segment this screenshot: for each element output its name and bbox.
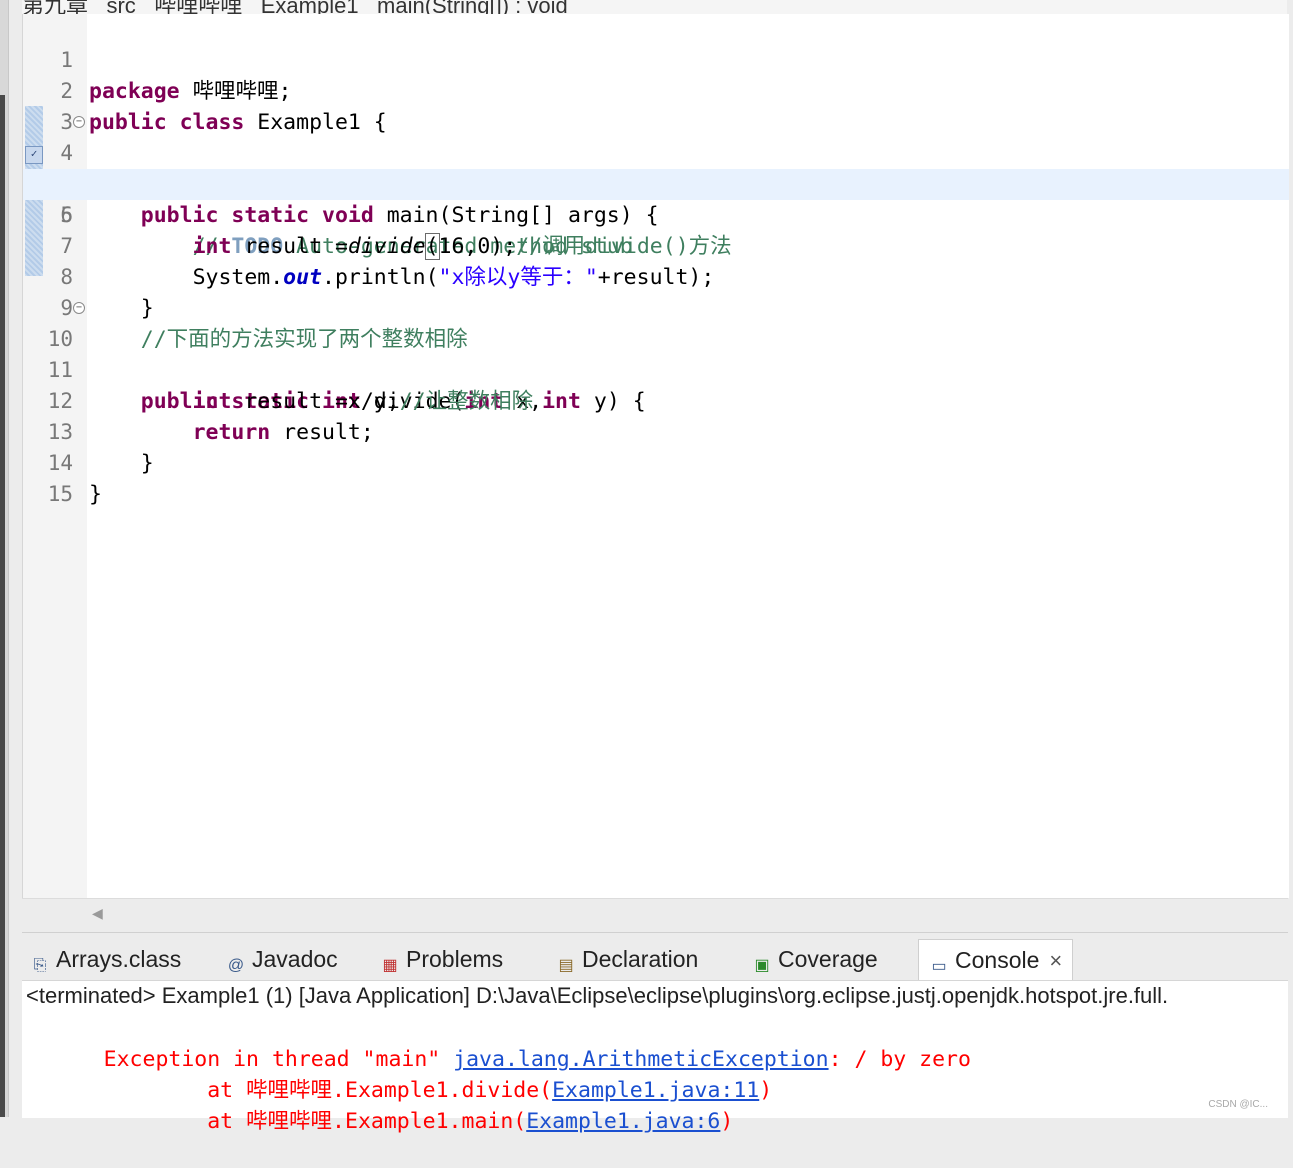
fold-collapse-icon[interactable]: − (73, 116, 85, 128)
tab-label: Console (955, 947, 1040, 973)
console-error-line: Exception in thread "main" java.lang.Ari… (26, 1013, 971, 1072)
console-text: : / by zero (828, 1047, 971, 1072)
tab-label: Arrays.class (56, 946, 182, 972)
console-status: <terminated> Example1 (1) [Java Applicat… (26, 983, 1169, 1008)
console-stack-line: at 哔哩哔哩.Example1.divide(Example1.java:11… (26, 1044, 772, 1103)
code-line-15[interactable]: 15 (23, 448, 1289, 506)
coverage-icon: ▣ (754, 957, 770, 974)
line-number: 15 (47, 482, 73, 506)
tab-javadoc[interactable]: @ Javadoc (226, 939, 338, 979)
breadcrumb-item-method[interactable]: main(String[]) : void (377, 0, 568, 14)
breadcrumb: 第九章 src 哔哩哔哩 Example1 main(String[]) : v… (22, 0, 1287, 14)
tab-console[interactable]: ▭ Console × (918, 939, 1074, 980)
code-line-3[interactable]: 3 (23, 76, 1289, 134)
code-line-1[interactable]: 1 package 哔哩哔哩; (23, 14, 1289, 104)
code-line-10[interactable]: 10 − public static int divide(int x,int … (23, 293, 1289, 414)
code-area[interactable]: 1 package 哔哩哔哩; 2 public class Example1 … (23, 14, 1289, 507)
code-line-14[interactable]: 14 } (23, 417, 1289, 507)
code-line-8[interactable]: 8 } (23, 231, 1289, 321)
console-text: ) (720, 1109, 734, 1134)
class-file-icon: ⎘ (33, 957, 47, 974)
tab-coverage[interactable]: ▣ Coverage (752, 939, 878, 979)
declaration-icon: ▤ (558, 957, 574, 974)
fold-collapse-icon[interactable]: − (73, 302, 85, 314)
code-line-11[interactable]: 11 int result =x/y;//让整数相除 (23, 324, 1289, 414)
left-edge-strip (0, 0, 9, 1117)
breadcrumb-item-class[interactable]: Example1 (261, 0, 359, 14)
console-text: at 哔哩哔哩.Example1.main( (103, 1109, 527, 1134)
task-marker-icon[interactable]: ✓ (25, 146, 43, 164)
scroll-left-icon[interactable]: ◀ (92, 905, 103, 922)
console-icon: ▭ (931, 958, 947, 975)
bottom-view-tabs: ⎘ Arrays.class @ Javadoc ▦ Problems ▤ Declar… (22, 932, 1288, 981)
console-stack-line: at 哔哩哔哩.Example1.main(Example1.java:6) (26, 1075, 733, 1134)
horizontal-scrollbar[interactable]: ◀ (22, 898, 1288, 927)
code-line-4[interactable]: 4 − public static void main(String[] arg… (23, 107, 1289, 228)
code-line-2[interactable]: 2 public class Example1 { (23, 45, 1289, 135)
problems-icon: ▦ (382, 957, 398, 974)
tab-label: Javadoc (252, 946, 338, 972)
left-edge-dark (0, 95, 5, 1117)
breadcrumb-item-package[interactable]: 哔哩哔哩 (154, 0, 242, 14)
source-link[interactable]: Example1.java:6 (526, 1109, 720, 1134)
code-line-7[interactable]: 7 System.out.println("x除以y等于："+result); (23, 200, 1289, 290)
code-editor[interactable]: 1 package 哔哩哔哩; 2 public class Example1 … (22, 14, 1289, 898)
code-line-6[interactable]: 6 int result =divide(16,0);//调用divide()方… (23, 169, 1289, 260)
close-icon[interactable]: × (1049, 948, 1062, 973)
tab-label: Declaration (582, 946, 699, 972)
javadoc-icon: @ (227, 957, 245, 974)
code-line-5[interactable]: ✓ 5 // TODO Auto-generated method stub (23, 138, 1289, 259)
code-line-9[interactable]: 9 //下面的方法实现了两个整数相除 (23, 262, 1289, 352)
breadcrumb-item-src[interactable]: src (106, 0, 135, 14)
code-line-13[interactable]: 13 } (23, 386, 1289, 476)
code-line-12[interactable]: 12 return result; (23, 355, 1289, 445)
console-text: ) (759, 1078, 773, 1103)
watermark: CSDN @IC... (1208, 1099, 1268, 1110)
tab-arrays-class[interactable]: ⎘ Arrays.class (30, 939, 182, 979)
eclipse-window: 第九章 src 哔哩哔哩 Example1 main(String[]) : v… (0, 0, 1293, 1134)
tab-label: Problems (406, 946, 504, 972)
tab-label: Coverage (778, 946, 878, 972)
console-view[interactable]: <terminated> Example1 (1) [Java Applicat… (22, 980, 1288, 1134)
tab-declaration[interactable]: ▤ Declaration (556, 939, 698, 979)
breadcrumb-item-project[interactable]: 第九章 (22, 0, 88, 14)
tab-problems[interactable]: ▦ Problems (380, 939, 503, 979)
